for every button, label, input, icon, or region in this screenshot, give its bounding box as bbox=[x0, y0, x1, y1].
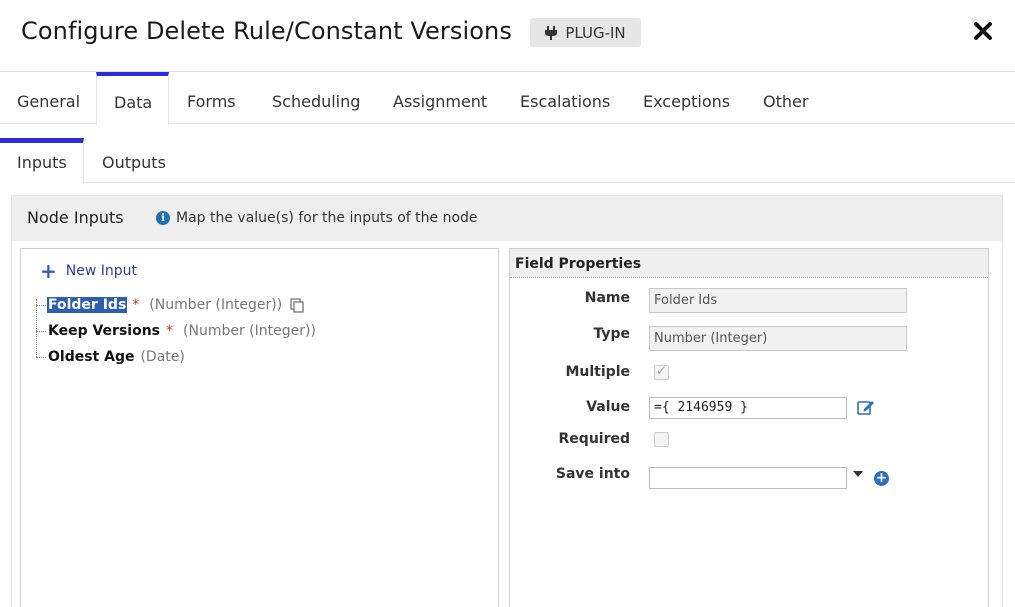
close-icon[interactable] bbox=[972, 20, 994, 42]
plugin-badge-label: PLUG-IN bbox=[565, 23, 626, 42]
type-label: Type bbox=[593, 326, 630, 342]
tab-data[interactable]: Data bbox=[96, 72, 169, 125]
copy-icon[interactable] bbox=[289, 297, 305, 313]
tab-forms[interactable]: Forms bbox=[187, 72, 236, 124]
tree-item-label: Folder Ids bbox=[47, 297, 128, 313]
tree-item-label: Keep Versions bbox=[48, 323, 161, 339]
plugin-badge: PLUG-IN bbox=[530, 18, 641, 47]
new-input-button[interactable]: + New Input bbox=[40, 259, 138, 283]
name-label: Name bbox=[584, 290, 630, 306]
sub-tabs: Inputs Outputs bbox=[0, 124, 1015, 184]
tree-item-type: (Date) bbox=[140, 349, 185, 365]
tree-item-label: Oldest Age bbox=[48, 349, 135, 365]
field-properties-title: Field Properties bbox=[510, 249, 988, 278]
required-marker: * bbox=[166, 323, 174, 339]
tree-item-oldest-age[interactable]: Oldest Age (Date) bbox=[36, 347, 185, 367]
value-input[interactable]: ={ 2146959 } bbox=[649, 397, 847, 419]
tab-assignment[interactable]: Assignment bbox=[393, 72, 487, 124]
add-circle-icon[interactable]: + bbox=[874, 471, 889, 486]
node-inputs-panel: Node Inputs i Map the value(s) for the i… bbox=[11, 195, 1003, 607]
type-field: Number (Integer) bbox=[649, 326, 907, 351]
save-into-input[interactable] bbox=[649, 467, 847, 489]
tree-item-keep-versions[interactable]: Keep Versions * (Number (Integer)) bbox=[36, 321, 316, 341]
node-inputs-info: i Map the value(s) for the inputs of the… bbox=[156, 210, 478, 226]
dialog-header: Configure Delete Rule/Constant Versions … bbox=[0, 0, 1015, 72]
tab-exceptions[interactable]: Exceptions bbox=[643, 72, 730, 124]
tree-item-type: (Number (Integer)) bbox=[183, 323, 316, 339]
save-into-label: Save into bbox=[555, 466, 630, 482]
multiple-label: Multiple bbox=[565, 364, 630, 380]
node-inputs-header: Node Inputs i Map the value(s) for the i… bbox=[12, 196, 1002, 241]
tab-scheduling[interactable]: Scheduling bbox=[272, 72, 360, 124]
tab-general[interactable]: General bbox=[17, 72, 80, 124]
field-properties-panel: Field Properties Name Folder Ids Type Nu… bbox=[509, 248, 989, 607]
required-label: Required bbox=[558, 431, 630, 447]
subtab-outputs[interactable]: Outputs bbox=[102, 138, 166, 183]
dropdown-caret-icon[interactable] bbox=[853, 471, 863, 477]
inputs-tree: + New Input Folder Ids * (Number (Intege… bbox=[20, 248, 499, 607]
node-inputs-title: Node Inputs bbox=[27, 208, 124, 227]
tree-item-type: (Number (Integer)) bbox=[149, 297, 283, 313]
required-marker: * bbox=[132, 297, 140, 313]
plus-icon: + bbox=[40, 259, 57, 283]
plug-icon bbox=[545, 25, 558, 40]
value-label: Value bbox=[586, 399, 630, 415]
tab-escalations[interactable]: Escalations bbox=[520, 72, 610, 124]
dialog-title: Configure Delete Rule/Constant Versions bbox=[21, 17, 512, 45]
node-inputs-info-text: Map the value(s) for the inputs of the n… bbox=[176, 210, 478, 226]
tab-other[interactable]: Other bbox=[763, 72, 808, 124]
subtab-inputs[interactable]: Inputs bbox=[0, 138, 84, 184]
main-tabs: General Data Forms Scheduling Assignment… bbox=[0, 72, 1015, 125]
new-input-label: New Input bbox=[65, 263, 138, 279]
tree-item-folder-ids[interactable]: Folder Ids * (Number (Integer)) bbox=[36, 295, 305, 315]
info-icon: i bbox=[156, 211, 170, 225]
multiple-checkbox bbox=[654, 364, 669, 380]
name-field: Folder Ids bbox=[649, 288, 907, 313]
edit-expression-icon[interactable] bbox=[857, 399, 875, 415]
required-checkbox bbox=[654, 432, 669, 447]
